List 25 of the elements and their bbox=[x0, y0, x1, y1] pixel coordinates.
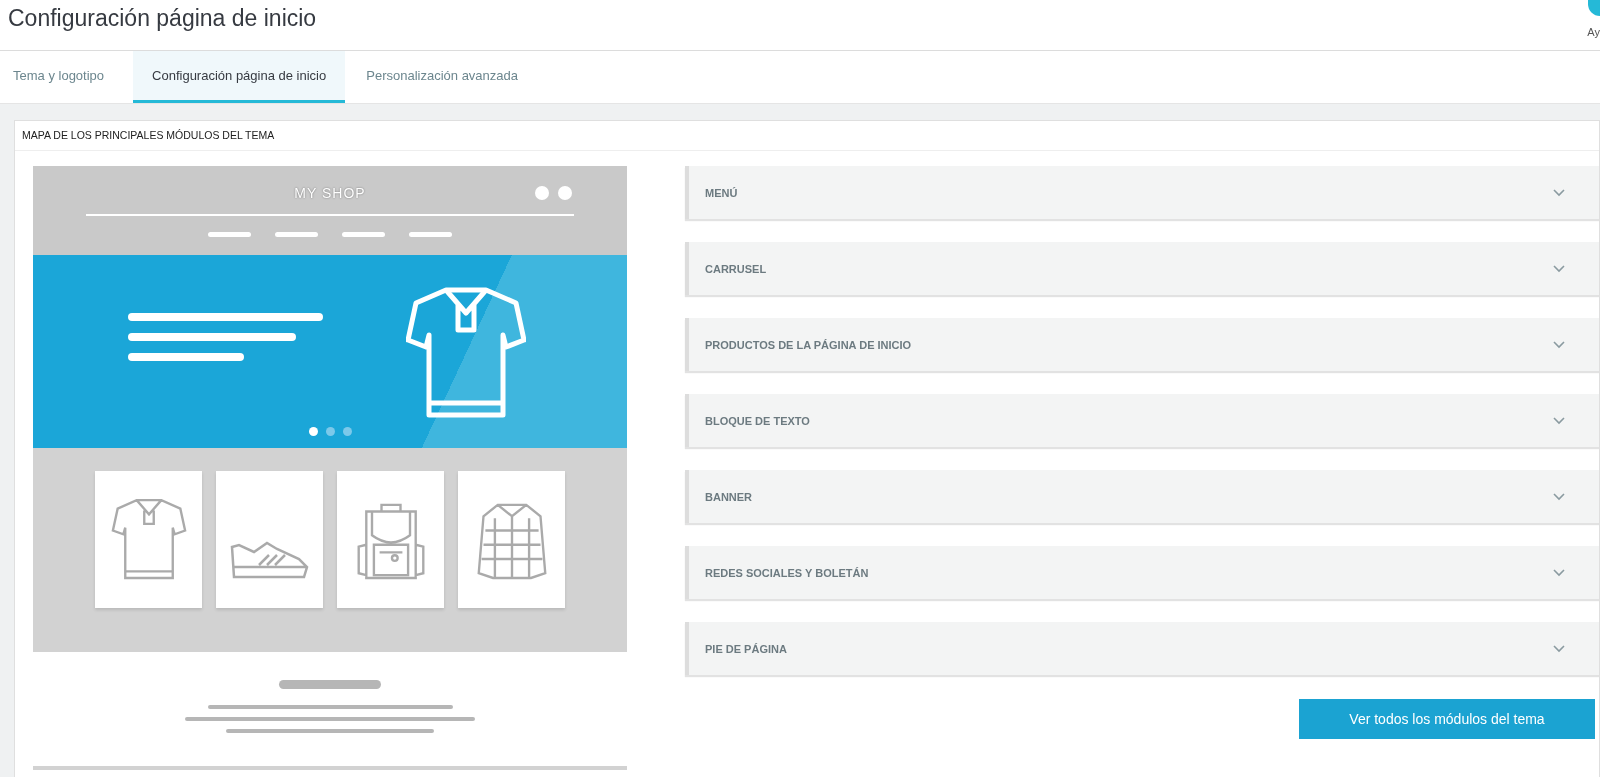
help-link[interactable]: Ay bbox=[1587, 26, 1600, 38]
chevron-icon bbox=[1553, 644, 1565, 653]
chevron-icon bbox=[1553, 264, 1565, 273]
chevron-icon bbox=[1553, 416, 1565, 425]
view-all-modules-button[interactable]: Ver todos los módulos del tema bbox=[1299, 699, 1595, 739]
chevron-icon bbox=[1553, 188, 1565, 197]
module-accordion[interactable]: BLOQUE DE TEXTO bbox=[685, 394, 1599, 447]
chevron-icon bbox=[1553, 340, 1565, 349]
module-accordion[interactable]: MENÚ bbox=[685, 166, 1599, 219]
tab[interactable]: Tema y logotipo bbox=[0, 51, 126, 103]
tab[interactable]: Configuración página de inicio bbox=[133, 51, 346, 103]
module-accordion[interactable]: PRODUCTOS DE LA PÁGINA DE INICIO bbox=[685, 318, 1599, 371]
module-accordion[interactable]: BANNER bbox=[685, 470, 1599, 523]
help-icon[interactable] bbox=[1588, 0, 1600, 16]
page-title: Configuración página de inicio bbox=[7, 4, 317, 32]
sneaker-icon bbox=[230, 540, 309, 579]
panel-title: MAPA DE LOS PRINCIPALES MÓDULOS DEL TEMA bbox=[15, 121, 1599, 151]
module-accordion[interactable]: REDES SOCIALES Y BOLETÁN bbox=[685, 546, 1599, 599]
dot-icon bbox=[535, 186, 549, 200]
tab[interactable]: Personalización avanzada bbox=[353, 51, 540, 103]
module-accordion[interactable]: PIE DE PÁGINA bbox=[685, 622, 1599, 675]
chevron-icon bbox=[1553, 568, 1565, 577]
module-accordion[interactable]: CARRUSEL bbox=[685, 242, 1599, 295]
chevron-icon bbox=[1553, 492, 1565, 501]
dot-icon bbox=[558, 186, 572, 200]
